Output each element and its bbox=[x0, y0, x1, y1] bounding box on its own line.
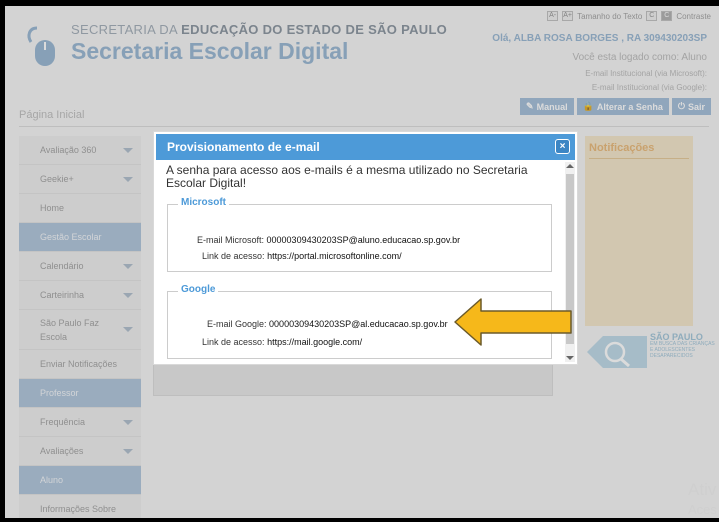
microsoft-group-label: Microsoft bbox=[178, 197, 229, 208]
close-icon: × bbox=[559, 141, 566, 152]
google-link-row: Link de acesso: https://mail.google.com/ bbox=[202, 337, 362, 347]
app-frame: SECRETARIA DA EDUCAÇÃO DO ESTADO DE SÃO … bbox=[5, 6, 719, 518]
microsoft-email-value[interactable]: 00000309430203SP@aluno.educacao.sp.gov.b… bbox=[267, 235, 461, 245]
google-email-value[interactable]: 00000309430203SP@al.educacao.sp.gov.br bbox=[269, 319, 448, 329]
activation-watermark-sub: Aces bbox=[688, 502, 717, 517]
microsoft-group: Microsoft E-mail Microsoft: 000003094302… bbox=[167, 197, 552, 272]
yellow-arrow-icon bbox=[454, 298, 572, 346]
dialog-header: Provisionamento de e-mail × bbox=[156, 134, 575, 160]
google-group-label: Google bbox=[178, 284, 219, 295]
activation-watermark: Ativ bbox=[688, 480, 717, 499]
scroll-up-icon[interactable] bbox=[566, 164, 574, 168]
microsoft-link-value[interactable]: https://portal.microsoftonline.com/ bbox=[267, 251, 402, 261]
close-button[interactable]: × bbox=[555, 139, 570, 154]
dialog-title: Provisionamento de e-mail bbox=[167, 140, 320, 154]
scroll-down-icon[interactable] bbox=[566, 356, 574, 360]
dialog-intro-text: A senha para acesso aos e-mails é a mesm… bbox=[166, 164, 528, 190]
google-email-label: E-mail Google: bbox=[207, 319, 267, 329]
microsoft-email-label: E-mail Microsoft: bbox=[197, 235, 265, 245]
microsoft-email-row: E-mail Microsoft: 00000309430203SP@aluno… bbox=[197, 235, 460, 245]
microsoft-link-row: Link de acesso: https://portal.microsoft… bbox=[202, 251, 402, 261]
google-email-row: E-mail Google: 00000309430203SP@al.educa… bbox=[207, 319, 448, 329]
google-link-value[interactable]: https://mail.google.com/ bbox=[267, 337, 362, 347]
google-link-label: Link de acesso: bbox=[202, 337, 265, 347]
microsoft-link-label: Link de acesso: bbox=[202, 251, 265, 261]
